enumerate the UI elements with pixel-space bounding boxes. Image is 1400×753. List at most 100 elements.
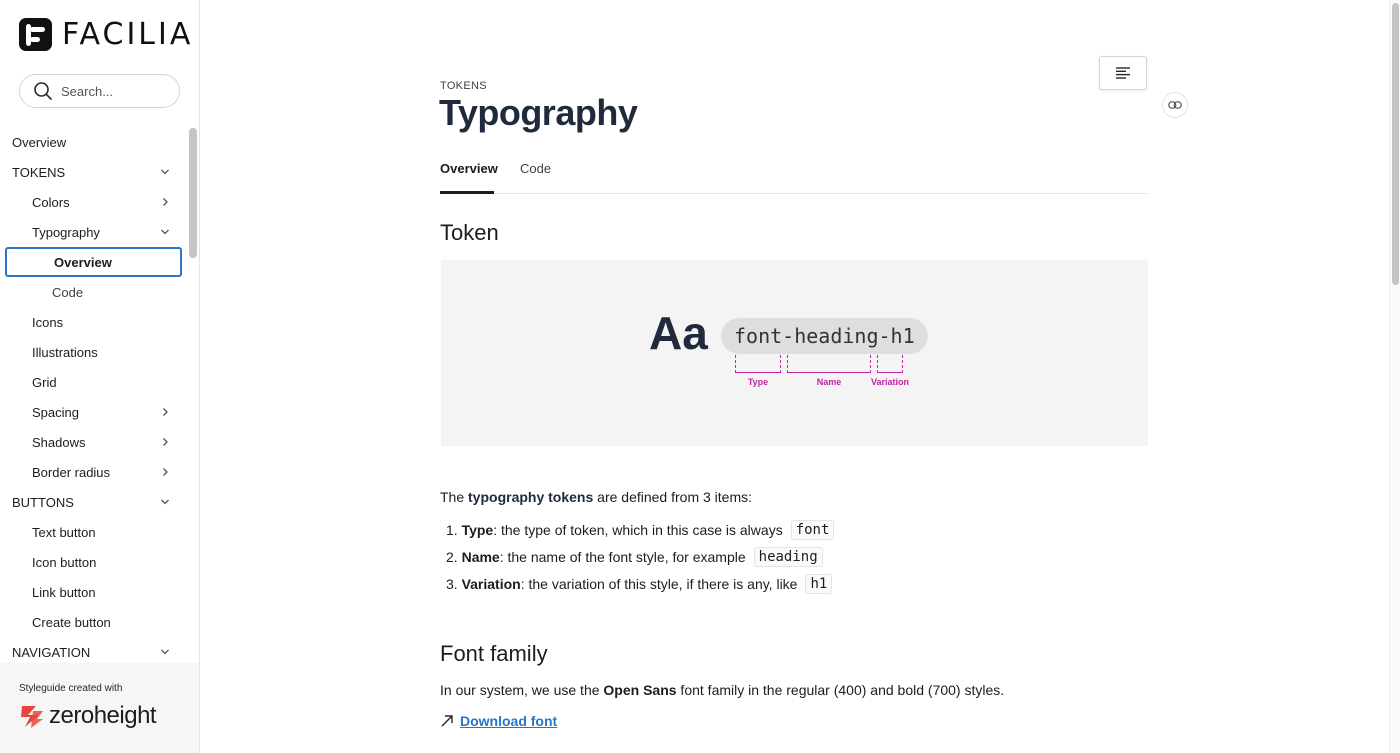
nav-item-create-button[interactable]: Create button xyxy=(0,607,187,637)
chevron-right-icon xyxy=(163,198,168,206)
search-box[interactable] xyxy=(19,74,180,108)
nav-section-buttons[interactable]: BUTTONS xyxy=(0,487,187,517)
table-of-contents-button[interactable] xyxy=(1099,56,1147,90)
page-scrollbar-thumb[interactable] xyxy=(1392,3,1399,285)
nav-item-grid[interactable]: Grid xyxy=(0,367,187,397)
nav-item-typography-overview[interactable]: Overview xyxy=(5,247,182,277)
nav-item-colors[interactable]: Colors xyxy=(0,187,187,217)
token-illustration: Aa font-heading-h1 Type Name Variation xyxy=(441,260,1148,446)
nav-section-navigation[interactable]: NAVIGATION xyxy=(0,637,187,657)
section-heading-token: Token xyxy=(440,220,499,245)
list-term: Type xyxy=(461,522,494,538)
nav-label: Colors xyxy=(32,194,70,210)
nav-label: Link button xyxy=(32,584,96,600)
nav-item-icon-button[interactable]: Icon button xyxy=(0,547,187,577)
ff-bold: Open Sans xyxy=(603,682,677,698)
nav-item-typography[interactable]: Typography xyxy=(0,217,187,247)
nav-section-tokens[interactable]: TOKENS xyxy=(0,157,187,187)
nav-item-spacing[interactable]: Spacing xyxy=(0,397,187,427)
chevron-down-icon xyxy=(161,649,169,655)
tab-code[interactable]: Code xyxy=(520,161,551,176)
copy-link-button[interactable] xyxy=(1162,92,1188,118)
nav-item-typography-code[interactable]: Code xyxy=(0,277,187,307)
nav-label: TOKENS xyxy=(12,164,66,180)
search-input[interactable] xyxy=(61,83,161,99)
font-family-paragraph: In our system, we use the Open Sans font… xyxy=(440,682,1004,698)
nav-label: Text button xyxy=(32,524,96,540)
sidebar: FACILIA Overview TOKENS Colors Typograph… xyxy=(0,0,200,753)
type-label: Type xyxy=(747,377,769,387)
nav-item-icons[interactable]: Icons xyxy=(0,307,187,337)
sidebar-nav: Overview TOKENS Colors Typography Overvi… xyxy=(0,127,187,657)
nav-item-link-button[interactable]: Link button xyxy=(0,577,187,607)
page-scrollbar[interactable] xyxy=(1389,0,1400,753)
ff-prefix: In our system, we use the xyxy=(440,682,604,698)
list-text: : the name of the font style, for exampl… xyxy=(499,549,746,565)
scrollbar-thumb[interactable] xyxy=(189,128,197,258)
chevron-right-icon xyxy=(163,438,168,446)
list-icon xyxy=(1116,67,1130,79)
nav-label: Code xyxy=(52,284,84,300)
intro-bold: typography tokens xyxy=(468,489,594,505)
list-term: Name xyxy=(461,549,500,565)
list-number: 1. xyxy=(446,522,462,538)
main-content: TOKENS Typography Overview Code Token Aa… xyxy=(201,0,1389,753)
nav-item-shadows[interactable]: Shadows xyxy=(0,427,187,457)
nav-label: Create button xyxy=(32,614,111,630)
page-category: TOKENS xyxy=(440,80,487,92)
facilia-logo-icon xyxy=(19,18,52,51)
nav-item-text-button[interactable]: Text button xyxy=(0,517,187,547)
nav-label: Overview xyxy=(12,134,67,150)
list-number: 3. xyxy=(446,576,462,592)
name-bracket xyxy=(787,355,871,373)
nav-label: Border radius xyxy=(32,464,111,480)
token-name-pill: font-heading-h1 xyxy=(721,318,928,354)
nav-label: Grid xyxy=(32,374,57,390)
chevron-right-icon xyxy=(163,408,168,416)
footer-brand: zeroheight xyxy=(49,702,157,729)
list-item: 2. Name: the name of the font style, for… xyxy=(446,547,823,567)
zeroheight-logo-icon xyxy=(21,706,43,728)
intro-prefix: The xyxy=(440,489,469,505)
nav-label: Overview xyxy=(54,254,112,270)
list-term: Variation xyxy=(461,576,521,592)
sidebar-footer: Styleguide created with zeroheight xyxy=(0,663,199,753)
inline-code: h1 xyxy=(805,574,833,594)
nav-item-illustrations[interactable]: Illustrations xyxy=(0,337,187,367)
chevron-down-icon xyxy=(161,499,169,505)
section-heading-font-family: Font family xyxy=(440,641,548,666)
nav-label: Illustrations xyxy=(32,344,98,360)
brand-logo[interactable]: FACILIA xyxy=(19,18,193,51)
footer-credit: Styleguide created with xyxy=(19,683,123,694)
variation-bracket xyxy=(877,355,903,373)
nav-label: Shadows xyxy=(32,434,86,450)
name-label: Name xyxy=(816,377,842,387)
tab-overview[interactable]: Overview xyxy=(440,161,498,176)
intro-suffix: are defined from 3 items: xyxy=(593,489,753,505)
search-icon xyxy=(34,82,52,100)
zeroheight-logo[interactable]: zeroheight xyxy=(19,702,157,730)
nav-item-border-radius[interactable]: Border radius xyxy=(0,457,187,487)
chevron-down-icon xyxy=(161,229,169,235)
download-font-link[interactable]: Download font xyxy=(440,713,557,729)
ff-suffix: font family in the regular (400) and bol… xyxy=(676,682,1005,698)
sidebar-scrollbar[interactable] xyxy=(188,128,198,654)
chevron-right-icon xyxy=(163,468,168,476)
inline-code: heading xyxy=(753,547,823,567)
nav-item-overview[interactable]: Overview xyxy=(0,127,187,157)
page-tabs: Overview Code xyxy=(440,150,1148,194)
list-item: 3. Variation: the variation of this styl… xyxy=(446,574,833,594)
brand-name: FACILIA xyxy=(62,16,194,52)
list-text: : the variation of this style, if there … xyxy=(520,576,798,592)
link-icon xyxy=(1168,101,1182,109)
download-font-label[interactable]: Download font xyxy=(460,713,557,729)
nav-label: Icons xyxy=(32,314,64,330)
intro-paragraph: The typography tokens are defined from 3… xyxy=(440,489,752,505)
variation-label: Variation xyxy=(870,377,909,387)
chevron-down-icon xyxy=(161,169,169,175)
arrow-up-right-icon xyxy=(441,715,453,727)
nav-label: Spacing xyxy=(32,404,79,420)
nav-label: NAVIGATION xyxy=(12,644,91,658)
inline-code: font xyxy=(790,520,835,540)
type-sample: Aa xyxy=(649,307,708,359)
